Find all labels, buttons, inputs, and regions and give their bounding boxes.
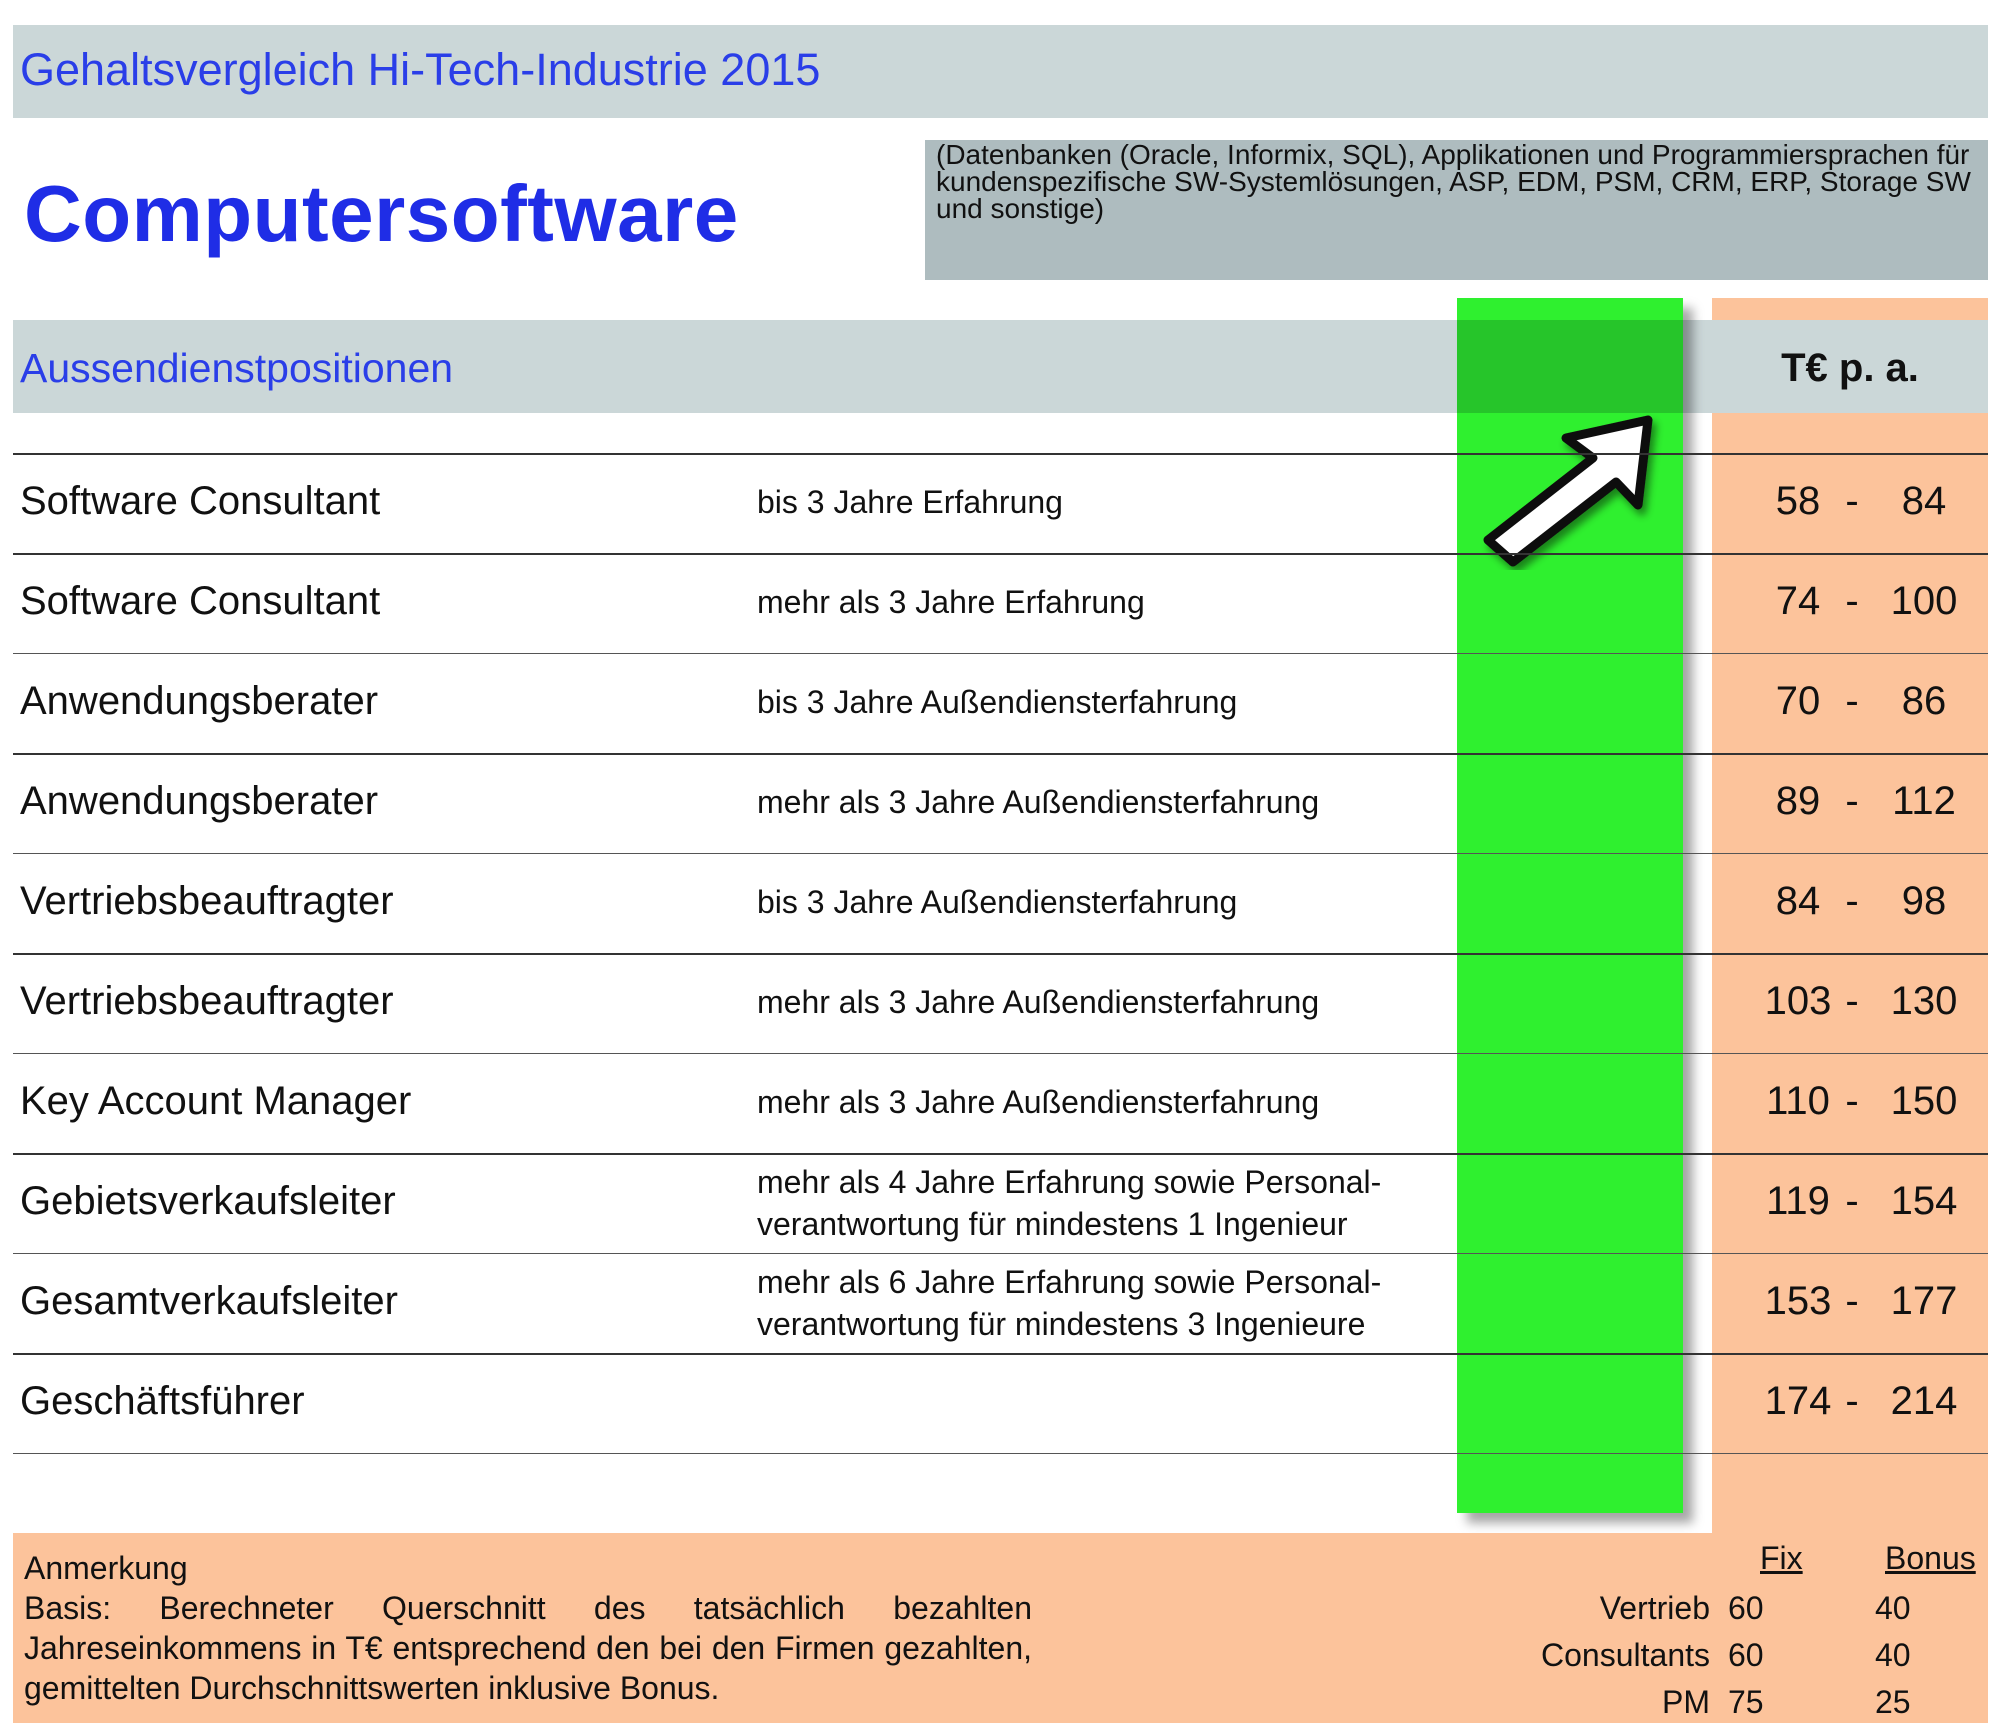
- salary-max: 112: [1892, 779, 1956, 823]
- category-title: Computersoftware: [24, 169, 739, 258]
- split-fix-consultants: 60: [1728, 1637, 1764, 1673]
- position-name: Vertriebsbeauftragter: [20, 879, 394, 923]
- position-name: Software Consultant: [20, 579, 381, 623]
- experience-text: mehr als 4 Jahre Erfahrung sowie Persona…: [757, 1164, 1382, 1200]
- experience-text: mehr als 3 Jahre Erfahrung: [757, 584, 1145, 620]
- experience-text: mehr als 6 Jahre Erfahrung sowie Persona…: [757, 1264, 1382, 1300]
- salary-max: 150: [1890, 1079, 1958, 1123]
- experience-text: verantwortung für mindestens 1 Ingenieur: [757, 1206, 1348, 1242]
- table-rule: [13, 1153, 1988, 1155]
- highlight-header-cell: [1457, 320, 1683, 413]
- salary-max: 154: [1890, 1179, 1958, 1223]
- experience-text: mehr als 3 Jahre Außendiensterfahrung: [757, 1084, 1320, 1120]
- table-rule: [13, 553, 1988, 555]
- split-label-pm: PM: [1662, 1684, 1710, 1720]
- category-description: (Datenbanken (Oracle, Informix, SQL), Ap…: [936, 139, 1971, 224]
- table-rule: [13, 1453, 1988, 1454]
- table-rule: [13, 953, 1988, 955]
- table-rule: [13, 1353, 1988, 1355]
- position-name: Gesamtverkaufsleiter: [20, 1279, 398, 1323]
- bonus-header: Bonus: [1885, 1540, 1976, 1576]
- position-name: Gebietsverkaufsleiter: [20, 1179, 396, 1223]
- salary-max: 214: [1890, 1379, 1958, 1423]
- salary-max: 130: [1890, 979, 1958, 1023]
- experience-text: mehr als 3 Jahre Außendiensterfahrung: [757, 984, 1320, 1020]
- table-rule: [13, 753, 1988, 755]
- position-name: Anwendungsberater: [20, 779, 379, 823]
- note-title: Anmerkung: [24, 1550, 188, 1586]
- position-name: Anwendungsberater: [20, 679, 379, 723]
- split-bonus-pm: 25: [1875, 1684, 1911, 1720]
- salary-max: 98: [1901, 879, 1947, 923]
- split-bonus-consultants: 40: [1875, 1637, 1911, 1673]
- section-title: Aussendienstpositionen: [20, 345, 454, 391]
- position-name: Key Account Manager: [20, 1079, 412, 1123]
- salary-max: 100: [1890, 579, 1958, 623]
- table-rule: [13, 1053, 1988, 1054]
- table-rule: [13, 653, 1988, 654]
- salary-max: 86: [1901, 679, 1947, 723]
- experience-text: bis 3 Jahre Außendiensterfahrung: [757, 684, 1238, 720]
- table-rule: [13, 453, 1988, 455]
- experience-text: mehr als 3 Jahre Außendiensterfahrung: [757, 784, 1320, 820]
- position-name: Software Consultant: [20, 479, 381, 523]
- position-name: Geschäftsführer: [20, 1379, 305, 1423]
- salary-max: 84: [1901, 479, 1947, 523]
- fix-header: Fix: [1760, 1540, 1803, 1576]
- experience-text: verantwortung für mindestens 3 Ingenieur…: [757, 1306, 1366, 1342]
- split-label-consultants: Consultants: [1541, 1637, 1710, 1673]
- report-title: Gehaltsvergleich Hi-Tech-Industrie 2015: [20, 44, 821, 95]
- position-name: Vertriebsbeauftragter: [20, 979, 394, 1023]
- split-bonus-vertrieb: 40: [1875, 1590, 1911, 1626]
- salary-max: 177: [1890, 1279, 1958, 1323]
- table-rule: [13, 853, 1988, 854]
- split-label-vertrieb: Vertrieb: [1599, 1590, 1710, 1626]
- note-body: Basis: Berechneter Querschnitt des tatsä…: [24, 1590, 1032, 1706]
- experience-text: bis 3 Jahre Außendiensterfahrung: [757, 884, 1238, 920]
- table-rule: [13, 1253, 1988, 1254]
- experience-text: bis 3 Jahre Erfahrung: [757, 484, 1063, 520]
- arrow-up-right-icon: [1483, 415, 1653, 567]
- split-fix-pm: 75: [1728, 1684, 1764, 1720]
- unit-label: T€ p. a.: [1781, 346, 1919, 390]
- split-fix-vertrieb: 60: [1728, 1590, 1764, 1626]
